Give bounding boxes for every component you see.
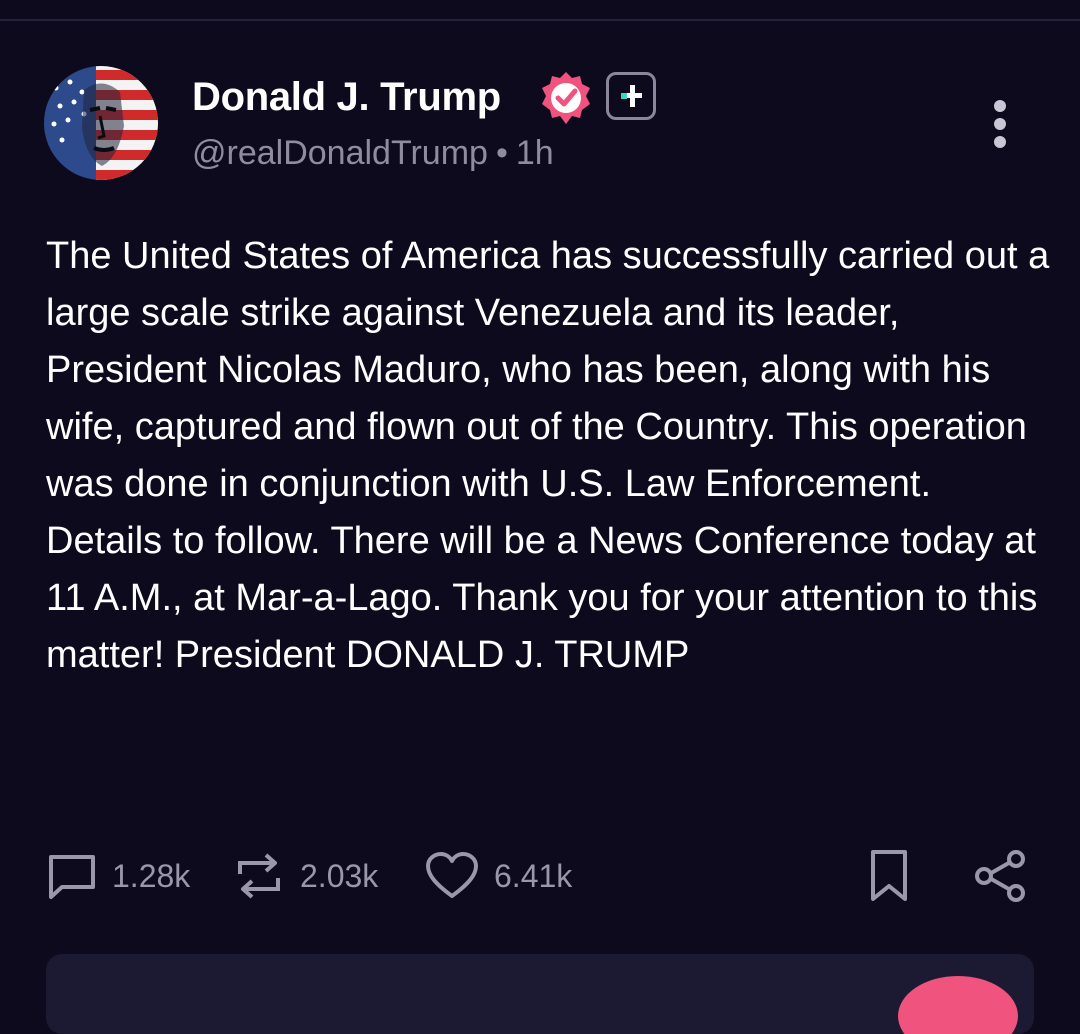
like-count: 6.41k xyxy=(494,857,573,894)
author-meta: @realDonaldTrump • 1h xyxy=(192,132,554,174)
reply-composer[interactable] xyxy=(46,954,1034,1034)
verified-badge-icon xyxy=(542,72,590,124)
bookmark-icon[interactable] xyxy=(866,848,912,904)
repost-button[interactable]: 2.03k xyxy=(232,846,378,906)
post-time: 1h xyxy=(515,134,554,172)
meta-separator: • xyxy=(495,134,508,172)
post-text: The United States of America has success… xyxy=(46,235,1050,676)
share-icon[interactable] xyxy=(972,848,1028,904)
more-vertical-icon[interactable] xyxy=(980,96,1020,156)
author-handle[interactable]: @realDonaldTrump xyxy=(192,134,488,172)
comment-icon xyxy=(49,855,95,899)
reply-button[interactable]: 1.28k xyxy=(46,846,190,906)
heart-icon xyxy=(426,852,478,898)
avatar[interactable] xyxy=(44,66,158,180)
reply-count: 1.28k xyxy=(112,857,191,894)
compose-button[interactable] xyxy=(898,976,1018,1034)
like-button[interactable]: 6.41k xyxy=(424,846,572,906)
author-name[interactable]: Donald J. Trump xyxy=(192,72,501,122)
post-card: Donald J. Trump @realDonaldTrump • 1h The … xyxy=(0,0,1080,1034)
plus-badge-icon xyxy=(606,72,656,120)
repost-count: 2.03k xyxy=(300,857,379,894)
repost-icon xyxy=(238,853,280,899)
avatar-image xyxy=(44,66,158,180)
